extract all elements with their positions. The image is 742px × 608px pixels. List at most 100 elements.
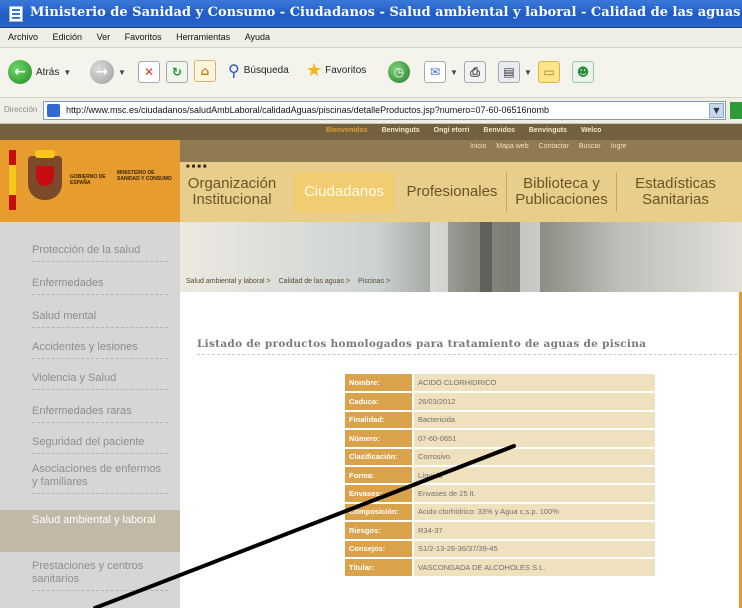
stop-button[interactable]: ✕ [138,61,160,83]
sidebar-item-accidentes[interactable]: Accidentes y lesiones [0,341,180,359]
chevron-down-icon[interactable]: ▼ [709,103,724,118]
history-button[interactable]: ◷ [388,61,410,83]
table-row: Forma: Líquido [345,464,655,485]
field-value: Acido clorhídrico: 33% y Agua c.s.p. 100… [412,501,655,522]
search-button[interactable]: ⚲ Búsqueda [228,61,289,80]
utility-link-inicio[interactable]: Inicio [470,143,486,150]
banner-image [480,222,492,292]
tab-estadisticas[interactable]: Estadísticas Sanitarias [616,172,734,212]
sidebar-item-prestaciones[interactable]: Prestaciones y centros sanitarios [0,560,180,591]
forward-button[interactable]: → ▼ [90,60,126,84]
sidebar-item-violencia[interactable]: Violencia y Salud [0,372,180,390]
sidebar-item-label: Asociaciones de enfermos y familiares [32,463,168,494]
site-header: Inicio Mapa web Contactar Buscar Ingre ■… [180,140,742,222]
lang-link-euskara[interactable]: Ongi etorri [434,127,470,134]
sidebar-item-label: Violencia y Salud [32,372,168,390]
field-value: Corrosivo [412,446,655,466]
edit-button[interactable]: ▤ ▼ [498,61,532,83]
lang-link-valencia[interactable]: Benvinguts [529,127,567,134]
field-value: Bactericida [412,409,655,430]
tab-profesionales[interactable]: Profesionales [398,172,506,212]
field-value: ACIDO CLORHIDRICO [412,374,655,393]
window-title-bar: Ministerio de Sanidad y Consumo - Ciudad… [0,0,742,28]
menu-herramientas[interactable]: Herramientas [176,32,230,42]
sidebar-item-enfermedades[interactable]: Enfermedades [0,277,180,295]
sidebar-item-salud-mental[interactable]: Salud mental [0,310,180,328]
tab-biblioteca[interactable]: Biblioteca y Publicaciones [506,172,616,212]
stop-icon: ✕ [138,61,160,83]
flag-stripe [9,150,16,210]
utility-link-buscar[interactable]: Buscar [579,143,601,150]
ministry-logo[interactable]: GOBIERNO DE ESPAÑA MINISTERIO DE SANIDAD… [0,140,180,222]
field-value: Envases de 25 lt. [412,483,655,503]
section-banner: Salud ambiental y laboral > Calidad de l… [180,222,742,292]
lang-link-catala[interactable]: Benvinguts [382,127,420,134]
field-value: S1/2-13-26-36/37/39-45 [412,538,655,558]
bullet-decoration: ■■■■ [186,164,209,170]
chevron-down-icon: ▼ [63,67,72,77]
breadcrumb-item[interactable]: Piscinas > [358,278,390,285]
print-button[interactable]: ⎙ [464,61,486,83]
field-label: Nombre: [345,374,413,393]
table-row: Titular: VASCONGADA DE ALCOHOLES S.L. [345,556,655,577]
url-input[interactable]: http://www.msc.es/ciudadanos/saludAmbLab… [43,101,726,120]
main-content: Listado de productos homologados para tr… [180,292,742,608]
messenger-button[interactable]: ☻ [572,61,594,83]
table-row: Número: 07-60-0651 [345,428,655,448]
sidebar-item-label: Enfermedades raras [32,405,168,423]
search-icon: ⚲ [228,61,240,80]
folder-button[interactable]: ▭ [538,61,560,83]
lang-link-galego[interactable]: Benvidos [483,127,515,134]
utility-link-mapa-web[interactable]: Mapa web [496,143,528,150]
toolbar: ← Atrás ▼ → ▼ ✕ ↻ ⌂ ⚲ Búsqueda ★ Favorit… [0,48,742,98]
menu-archivo[interactable]: Archivo [8,32,38,42]
field-label: Finalidad: [345,409,413,430]
back-button[interactable]: ← Atrás ▼ [8,60,71,84]
field-label: Caduca: [345,391,413,411]
edit-icon: ▤ [498,61,520,83]
breadcrumb-item[interactable]: Calidad de las aguas > [279,278,350,285]
logo-ministry-text: MINISTERIO DE SANIDAD Y CONSUMO [117,170,172,182]
sidebar-item-label: Protección de la salud [32,244,168,262]
menu-favoritos[interactable]: Favoritos [125,32,162,42]
banner-image [430,222,448,292]
address-bar: Dirección http://www.msc.es/ciudadanos/s… [0,98,742,124]
menu-edicion[interactable]: Edición [53,32,83,42]
language-strip: Bienvenidos Benvinguts Ongi etorri Benvi… [0,124,742,140]
menu-ver[interactable]: Ver [97,32,111,42]
sidebar-item-label: Prestaciones y centros sanitarios [32,560,168,591]
favorites-button[interactable]: ★ Favoritos [306,60,366,81]
lang-link-english[interactable]: Welco [581,127,602,134]
home-button[interactable]: ⌂ [194,60,216,82]
menu-ayuda[interactable]: Ayuda [245,32,270,42]
tab-organizacion[interactable]: Organización Institucional [182,172,282,212]
go-button[interactable] [730,102,742,119]
breadcrumb-item[interactable]: Salud ambiental y laboral > [186,278,271,285]
mail-button[interactable]: ✉ ▼ [424,61,458,83]
table-row: Consejos: S1/2-13-26-36/37/39-45 [345,538,655,558]
lang-link-castellano[interactable]: Bienvenidos [326,127,368,134]
utility-link-ingles[interactable]: Ingre [611,143,627,150]
tab-ciudadanos[interactable]: Ciudadanos [294,172,394,212]
sidebar-item-salud-ambiental[interactable]: Salud ambiental y laboral [0,510,180,552]
field-value: VASCONGADA DE ALCOHOLES S.L. [412,556,655,577]
refresh-button[interactable]: ↻ [166,61,188,83]
sidebar-item-enfermedades-raras[interactable]: Enfermedades raras [0,405,180,423]
banner-image [520,222,540,292]
field-label: Forma: [345,464,413,485]
sidebar-item-proteccion[interactable]: Protección de la salud [0,244,180,262]
table-row: Nombre: ACIDO CLORHIDRICO [345,374,655,393]
home-icon: ⌂ [194,60,216,82]
sidebar-item-seguridad-paciente[interactable]: Seguridad del paciente [0,436,180,454]
field-label: Riesgos: [345,520,413,540]
menu-bar: Archivo Edición Ver Favoritos Herramient… [0,28,742,48]
field-value: Líquido [412,464,655,485]
sidebar-item-label: Salud ambiental y laboral [32,514,156,526]
utility-link-contactar[interactable]: Contactar [539,143,569,150]
table-row: Finalidad: Bactericida [345,409,655,430]
breadcrumb: Salud ambiental y laboral > Calidad de l… [186,278,390,285]
sidebar-item-asociaciones[interactable]: Asociaciones de enfermos y familiares [0,463,180,494]
chevron-down-icon: ▼ [118,67,126,77]
history-icon: ◷ [388,61,410,83]
forward-arrow-icon: → [90,60,114,84]
